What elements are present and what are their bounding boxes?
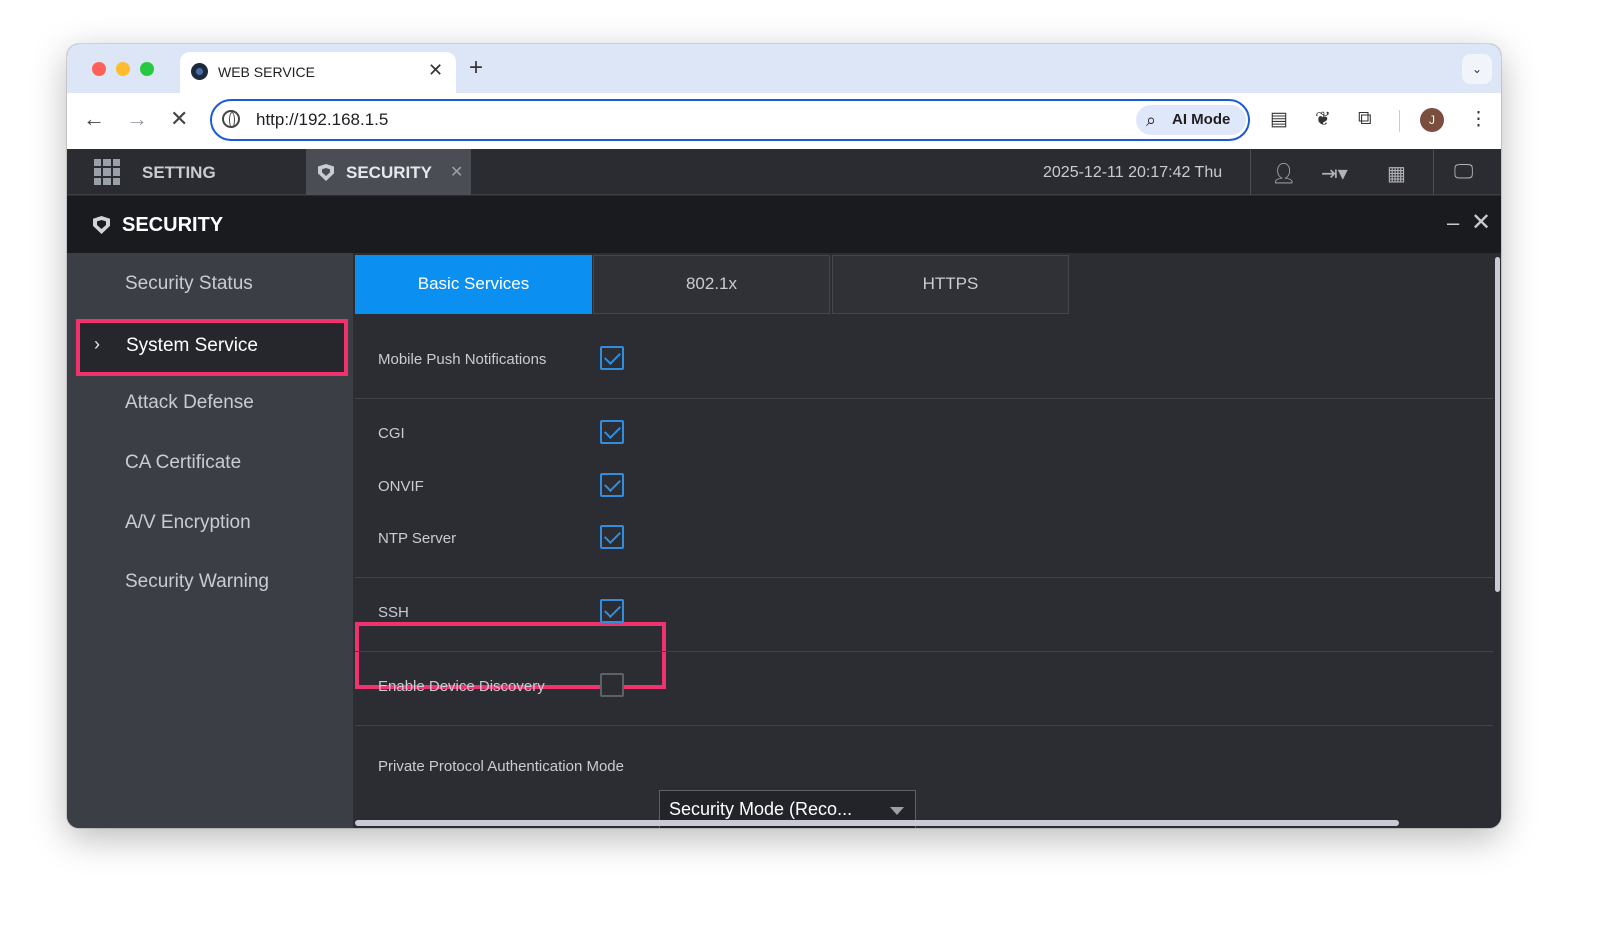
browser-tab-strip: WEB SERVICE ✕ + ⌄	[67, 44, 1501, 93]
browser-window: WEB SERVICE ✕ + ⌄ ← → ✕ http://192.168.1…	[67, 44, 1501, 828]
close-window-button[interactable]	[92, 62, 106, 76]
close-panel-icon[interactable]: ✕	[1471, 208, 1491, 237]
service-label: SSH	[378, 604, 409, 621]
maximize-window-button[interactable]	[140, 62, 154, 76]
url-text[interactable]: http://192.168.1.5	[256, 110, 388, 130]
service-label: ONVIF	[378, 478, 424, 495]
extension-puzzle-icon[interactable]: ❦	[1315, 108, 1331, 131]
app-menu-grid-icon[interactable]	[94, 159, 120, 185]
setting-menu-label[interactable]: SETTING	[142, 163, 216, 183]
forward-arrow-icon[interactable]: →	[126, 106, 148, 132]
reading-list-icon[interactable]: ▤	[1270, 108, 1288, 131]
sidebar-item-system-service[interactable]: › System Service	[76, 319, 348, 376]
mobile-push-checkbox[interactable]	[600, 346, 624, 370]
tab-security-label: SECURITY	[346, 163, 432, 182]
globe-icon[interactable]	[222, 110, 240, 128]
device-discovery-checkbox[interactable]	[600, 673, 624, 697]
chevron-right-icon: ›	[94, 334, 100, 354]
horizontal-scrollbar[interactable]	[355, 820, 1399, 826]
kebab-menu-icon[interactable]: ⋮	[1469, 108, 1488, 131]
service-label: NTP Server	[378, 530, 457, 547]
monitor-icon[interactable]: 🖵	[1454, 161, 1473, 184]
browser-tab-title: WEB SERVICE	[218, 64, 315, 80]
tab-basic-services[interactable]: Basic Services	[355, 255, 592, 314]
app-header: SETTING SECURITY ✕ 2025-12-11 20:17:42 T…	[67, 149, 1501, 195]
profile-avatar[interactable]: J	[1420, 108, 1444, 132]
browser-toolbar: ← → ✕ http://192.168.1.5 ⌕ AI Mode ▤ ❦ ⧉…	[67, 93, 1501, 149]
minimize-panel-icon[interactable]: –	[1447, 210, 1459, 236]
panel-title: SECURITY	[122, 214, 224, 236]
new-tab-plus-icon[interactable]: +	[469, 54, 483, 82]
tab-802-1x[interactable]: 802.1x	[593, 255, 830, 314]
onvif-checkbox[interactable]	[600, 473, 624, 497]
close-icon[interactable]: ✕	[428, 60, 443, 81]
dropdown-arrow-icon	[890, 807, 904, 815]
header-divider	[1250, 149, 1251, 195]
cgi-checkbox[interactable]	[600, 420, 624, 444]
camera-favicon-icon	[191, 63, 208, 80]
divider	[355, 398, 1493, 399]
divider	[355, 651, 1493, 652]
ssh-checkbox[interactable]	[600, 599, 624, 623]
divider	[355, 725, 1493, 726]
toolbar-divider	[1399, 110, 1400, 132]
header-divider	[1433, 149, 1434, 195]
vertical-scrollbar[interactable]	[1493, 253, 1501, 828]
back-arrow-icon[interactable]: ←	[83, 106, 105, 132]
chevron-down-icon[interactable]: ⌄	[1462, 54, 1492, 84]
sidebar-item-av-encryption[interactable]: A/V Encryption	[125, 512, 251, 534]
sidebar-item-attack-defense[interactable]: Attack Defense	[125, 392, 254, 414]
tab-security[interactable]: SECURITY ✕	[306, 149, 471, 195]
logout-icon[interactable]: ⇥▾	[1321, 161, 1348, 186]
sidebar-item-ca-certificate[interactable]: CA Certificate	[125, 452, 241, 474]
sidebar-item-security-warning[interactable]: Security Warning	[125, 571, 269, 593]
ai-mode-label: AI Mode	[1172, 111, 1231, 128]
service-label: Enable Device Discovery	[378, 678, 545, 695]
device-datetime: 2025-12-11 20:17:42 Thu	[1043, 164, 1223, 181]
qr-code-icon[interactable]: ▦	[1387, 161, 1406, 186]
browser-tab[interactable]: WEB SERVICE ✕	[180, 52, 456, 93]
close-tab-icon[interactable]: ✕	[450, 162, 463, 182]
auth-mode-label: Private Protocol Authentication Mode	[378, 758, 624, 775]
security-sidebar: Security Status › System Service Attack …	[67, 253, 354, 828]
shield-icon	[318, 164, 334, 181]
sidebar-item-security-status[interactable]: Security Status	[125, 273, 253, 295]
sidebar-item-label: System Service	[126, 335, 258, 356]
panel-header: SECURITY – ✕	[67, 196, 1501, 253]
service-label: Mobile Push Notifications	[378, 351, 547, 368]
service-label: CGI	[378, 425, 405, 442]
stop-loading-icon[interactable]: ✕	[170, 106, 188, 132]
tab-https[interactable]: HTTPS	[832, 255, 1069, 314]
minimize-window-button[interactable]	[116, 62, 130, 76]
basic-services-content: Basic Services 802.1x HTTPS Mobile Push …	[355, 253, 1493, 828]
address-bar[interactable]: http://192.168.1.5 ⌕ AI Mode	[210, 99, 1250, 141]
extensions-icon[interactable]: ⧉	[1358, 108, 1372, 130]
divider	[355, 577, 1493, 578]
ntp-server-checkbox[interactable]	[600, 525, 624, 549]
scrollbar-thumb[interactable]	[1495, 257, 1500, 592]
shield-icon	[93, 216, 110, 234]
auth-mode-value: Security Mode (Reco...	[669, 799, 853, 819]
ai-search-sparkle-icon: ⌕	[1146, 110, 1157, 130]
user-icon[interactable]: 👤︎	[1271, 161, 1296, 186]
ai-mode-button[interactable]: ⌕ AI Mode	[1136, 105, 1246, 135]
